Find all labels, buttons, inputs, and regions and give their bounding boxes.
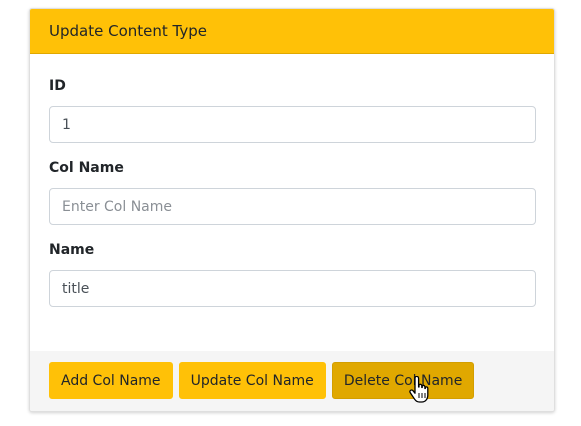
name-label: Name [49, 242, 95, 258]
id-input[interactable] [49, 106, 536, 143]
name-input[interactable] [49, 270, 536, 307]
card-footer: Add Col Name Update Col Name Delete Col … [30, 351, 554, 411]
id-group: ID [49, 78, 536, 143]
card-title: Update Content Type [49, 22, 207, 40]
add-col-name-button[interactable]: Add Col Name [49, 362, 173, 399]
card-header: Update Content Type [30, 9, 554, 54]
col-name-input[interactable] [49, 188, 536, 225]
id-label: ID [49, 78, 66, 94]
name-group: Name [49, 242, 536, 307]
update-col-name-button[interactable]: Update Col Name [178, 362, 326, 399]
col-name-group: Col Name [49, 160, 536, 225]
hand-pointer-icon [409, 376, 429, 403]
col-name-label: Col Name [49, 160, 124, 176]
delete-col-name-button[interactable]: Delete Col Name [331, 362, 475, 399]
card-body: ID Col Name Name [30, 54, 554, 307]
update-content-type-card: Update Content Type ID Col Name Name Add… [29, 8, 555, 412]
